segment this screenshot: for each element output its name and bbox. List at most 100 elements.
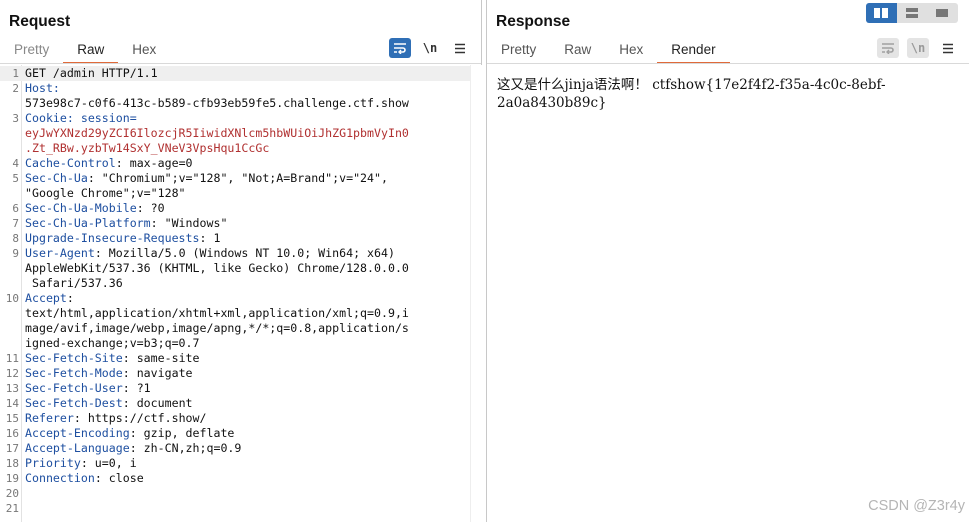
code-text: Cache-Control: max-age=0 (25, 156, 193, 171)
line-number: 21 (5, 502, 19, 515)
code-line: 10 Accept: (0, 291, 470, 306)
header-value: : same-site (122, 351, 200, 365)
cookie-value: .Zt_RBw.yzbTw14SxY_VNeV3VpsHqu1CcGc (25, 141, 270, 155)
code-line: 11 Sec-Fetch-Site: same-site (0, 351, 470, 366)
code-line: igned-exchange;v=b3;q=0.7 (0, 336, 470, 351)
line-number: 15 (5, 412, 19, 425)
code-line: 6 Sec-Ch-Ua-Mobile: ?0 (0, 201, 470, 216)
code-line: AppleWebKit/537.36 (KHTML, like Gecko) C… (0, 261, 470, 276)
code-text: Cookie: session= (25, 111, 137, 126)
header-name: Sec-Fetch-Mode (25, 366, 123, 380)
hamburger-menu-icon (943, 43, 953, 53)
watermark: CSDN @Z3r4y (868, 498, 965, 514)
header-value: GET /admin HTTP/1.1 (25, 66, 158, 80)
line-number: 4 (12, 157, 19, 170)
header-value: : ?1 (122, 381, 151, 395)
request-tabs: Pretty Raw Hex (0, 38, 170, 64)
code-text: Accept: (25, 291, 74, 306)
request-menu-icon[interactable] (449, 38, 471, 58)
header-name: Host: (25, 81, 60, 95)
header-name: Sec-Ch-Ua-Platform (25, 216, 151, 230)
code-line: 3 Cookie: session= (0, 111, 470, 126)
header-name: Upgrade-Insecure-Requests (25, 231, 200, 245)
request-wrap-lines-icon[interactable] (389, 38, 411, 58)
response-menu-icon[interactable] (937, 38, 959, 58)
header-name: Sec-Ch-Ua-Mobile (25, 201, 137, 215)
header-name: session= (80, 111, 137, 125)
line-number: 10 (5, 292, 19, 305)
wrap-lines-icon (882, 43, 894, 54)
request-newline-toggle[interactable]: \n (419, 38, 441, 58)
request-scrollbar[interactable] (470, 65, 482, 522)
header-name: Sec-Ch-Ua (25, 171, 88, 185)
code-text: Sec-Ch-Ua-Mobile: ?0 (25, 201, 165, 216)
response-tab-render[interactable]: Render (657, 38, 730, 64)
response-tab-raw[interactable]: Raw (550, 38, 605, 64)
header-value: : close (94, 471, 144, 485)
header-value: : gzip, deflate (129, 426, 235, 440)
code-line: 9 User-Agent: Mozilla/5.0 (Windows NT 10.… (0, 246, 470, 261)
code-text: Accept-Language: zh-CN,zh;q=0.9 (25, 441, 241, 456)
header-name: Priority (25, 456, 81, 470)
header-value: igned-exchange;v=b3;q=0.7 (25, 336, 200, 350)
line-number: 19 (5, 472, 19, 485)
code-line: "Google Chrome";v="128" (0, 186, 470, 201)
response-wrap-lines-icon[interactable] (877, 38, 899, 58)
code-line: 21 (0, 501, 470, 516)
code-text: Sec-Ch-Ua-Platform: "Windows" (25, 216, 227, 231)
line-number: 2 (12, 82, 19, 95)
response-tab-pretty[interactable]: Pretty (487, 38, 550, 64)
code-text: Host: (25, 81, 60, 96)
split-vertical-button[interactable] (896, 3, 928, 23)
code-line: 2 Host: (0, 81, 470, 96)
header-name: Sec-Fetch-User (25, 381, 123, 395)
code-line: 4 Cache-Control: max-age=0 (0, 156, 470, 171)
code-text: AppleWebKit/537.36 (KHTML, like Gecko) C… (25, 261, 409, 276)
header-value: text/html,application/xhtml+xml,applicat… (25, 306, 409, 320)
hamburger-menu-icon (455, 43, 465, 53)
single-pane-button[interactable] (927, 3, 958, 23)
header-name: User-Agent (25, 246, 95, 260)
response-title: Response (496, 13, 571, 30)
header-name: Cookie: (25, 111, 81, 125)
code-text: Sec-Fetch-Mode: navigate (25, 366, 193, 381)
code-line: 16 Accept-Encoding: gzip, deflate (0, 426, 470, 441)
header-value: "Google Chrome";v="128" (25, 186, 186, 200)
line-number: 17 (5, 442, 19, 455)
code-text: Sec-Fetch-Dest: document (25, 396, 193, 411)
header-name: Accept-Encoding (25, 426, 130, 440)
code-text: User-Agent: Mozilla/5.0 (Windows NT 10.0… (25, 246, 395, 261)
line-number: 6 (12, 202, 19, 215)
code-line: 14 Sec-Fetch-Dest: document (0, 396, 470, 411)
line-number: 18 (5, 457, 19, 470)
header-value: mage/avif,image/webp,image/apng,*/*;q=0.… (25, 321, 409, 335)
single-pane-icon (936, 9, 949, 17)
code-line: 8 Upgrade-Insecure-Requests: 1 (0, 231, 470, 246)
header-value: : Mozilla/5.0 (Windows NT 10.0; Win64; x… (94, 246, 395, 260)
request-tab-pretty[interactable]: Pretty (0, 38, 63, 64)
split-horizontal-button[interactable] (866, 3, 897, 23)
code-line: text/html,application/xhtml+xml,applicat… (0, 306, 470, 321)
request-tab-raw[interactable]: Raw (63, 38, 119, 64)
line-number: 1 (12, 67, 19, 80)
code-line: mage/avif,image/webp,image/apng,*/*;q=0.… (0, 321, 470, 336)
line-number: 9 (12, 247, 19, 260)
request-tab-hex[interactable]: Hex (118, 38, 170, 64)
line-number: 7 (12, 217, 19, 230)
response-newline-toggle[interactable]: \n (907, 38, 929, 58)
code-line: 1 GET /admin HTTP/1.1 (0, 66, 470, 81)
layout-switcher (866, 3, 958, 23)
code-line: 573e98c7-c0f6-413c-b589-cfb93eb59fe5.cha… (0, 96, 470, 111)
request-editor[interactable]: 1 GET /admin HTTP/1.1 2 Host: 573e98c7-c0f6-… (0, 65, 470, 522)
code-text: Referer: https://ctf.show/ (25, 411, 207, 426)
code-text: eyJwYXNzd29yZCI6IlozcjR5IiwidXNlcm5hbWUi… (25, 126, 409, 141)
code-line: Safari/537.36 (0, 276, 470, 291)
code-text: .Zt_RBw.yzbTw14SxY_VNeV3VpsHqu1CcGc (25, 141, 269, 156)
line-number: 12 (5, 367, 19, 380)
header-name: Sec-Fetch-Dest (25, 396, 123, 410)
header-value: AppleWebKit/537.36 (KHTML, like Gecko) C… (25, 261, 409, 275)
code-line: 19 Connection: close (0, 471, 470, 486)
response-tab-hex[interactable]: Hex (605, 38, 657, 64)
response-pane: Response Pretty Raw Hex Render \n 这又是什么j… (486, 0, 969, 522)
line-number: 5 (12, 172, 19, 185)
